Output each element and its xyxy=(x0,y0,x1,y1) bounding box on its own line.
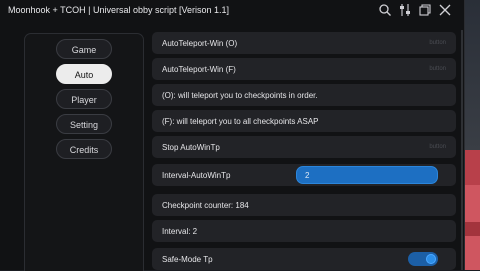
tab-setting[interactable]: Setting xyxy=(56,114,112,134)
close-icon[interactable] xyxy=(438,3,452,17)
info-text: Checkpoint counter: 184 xyxy=(162,201,249,210)
row-label: Stop AutoWinTp xyxy=(162,143,220,152)
interval-input-box[interactable] xyxy=(296,166,438,184)
safe-mode-toggle[interactable] xyxy=(408,252,438,266)
row-label: Safe-Mode Tp xyxy=(162,255,213,264)
row-label: AutoTeleport-Win (F) xyxy=(162,65,236,74)
restore-window-icon[interactable] xyxy=(418,3,432,17)
interval-paragraph: Interval: 2 xyxy=(152,220,456,242)
row-label: AutoTeleport-Win (O) xyxy=(162,39,238,48)
interval-input[interactable] xyxy=(305,169,425,181)
scrollbar[interactable] xyxy=(461,30,463,270)
autoteleport-win-f-button[interactable]: AutoTeleport-Win (F) button xyxy=(152,58,456,80)
button-hint: button xyxy=(429,40,446,46)
tab-game[interactable]: Game xyxy=(56,39,112,59)
info-text: (F): will teleport you to all checkpoint… xyxy=(162,117,319,126)
autoteleport-win-o-button[interactable]: AutoTeleport-Win (O) button xyxy=(152,32,456,54)
info-paragraph-o: (O): will teleport you to checkpoints in… xyxy=(152,84,456,106)
interval-autowintp-row: Interval-AutoWinTp xyxy=(152,164,456,186)
tab-auto[interactable]: Auto xyxy=(56,64,112,84)
tab-credits[interactable]: Credits xyxy=(56,139,112,159)
info-text: (O): will teleport you to checkpoints in… xyxy=(162,91,318,100)
row-label: Interval-AutoWinTp xyxy=(162,171,231,180)
info-paragraph-f: (F): will teleport you to all checkpoint… xyxy=(152,110,456,132)
settings-sliders-icon[interactable] xyxy=(398,3,412,17)
checkpoint-counter-paragraph: Checkpoint counter: 184 xyxy=(152,194,456,216)
window-title: Moonhook + TCOH | Universal obby script … xyxy=(8,5,230,15)
sidebar: Game Auto Player Setting Credits xyxy=(24,33,144,271)
button-hint: button xyxy=(429,66,446,72)
toggle-knob[interactable] xyxy=(426,254,436,264)
title-bar[interactable]: Moonhook + TCOH | Universal obby script … xyxy=(0,0,464,22)
tab-player[interactable]: Player xyxy=(56,89,112,109)
info-text: Interval: 2 xyxy=(162,227,198,236)
safe-mode-tp-row: Safe-Mode Tp xyxy=(152,248,456,270)
stop-autowintp-button[interactable]: Stop AutoWinTp button xyxy=(152,136,456,158)
search-icon[interactable] xyxy=(378,3,392,17)
button-hint: button xyxy=(429,144,446,150)
script-window: Moonhook + TCOH | Universal obby script … xyxy=(0,0,465,271)
